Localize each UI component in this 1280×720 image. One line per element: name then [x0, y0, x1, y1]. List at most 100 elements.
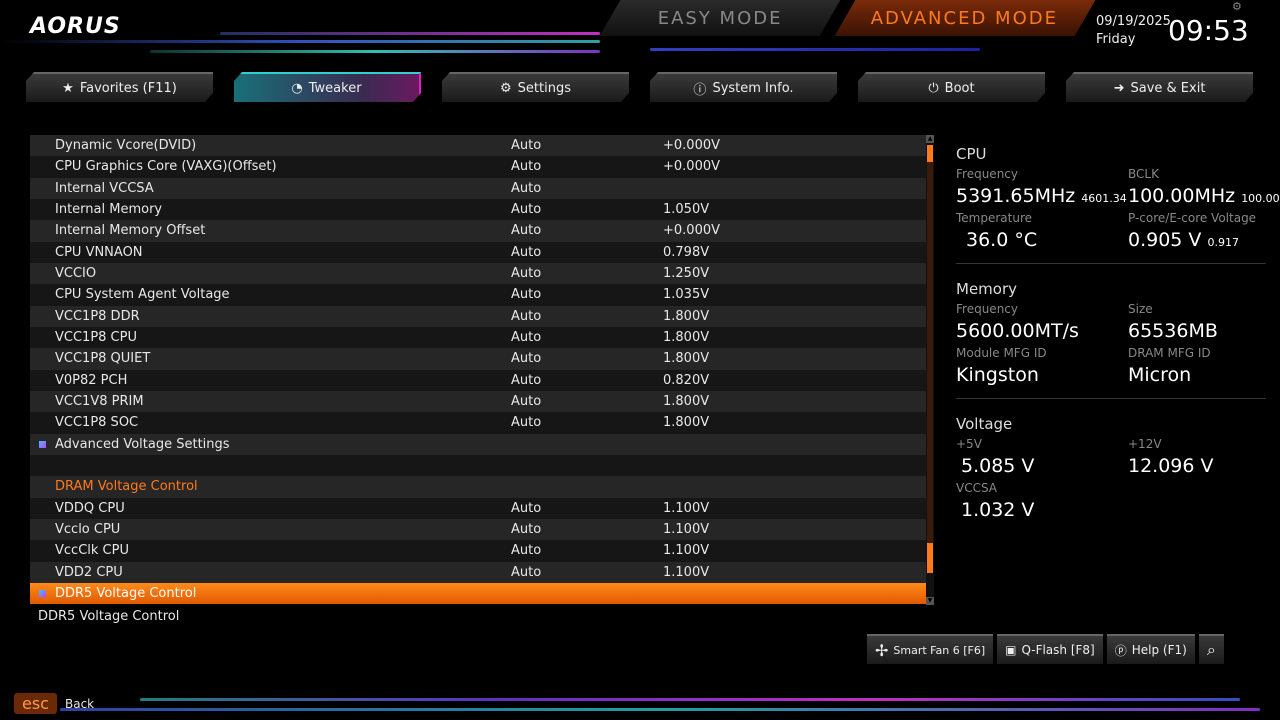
setting-name: Advanced Voltage Settings [55, 436, 230, 452]
temperature-label: Temperature [956, 211, 1033, 225]
12v-label: +12V [1128, 437, 1162, 451]
setting-option[interactable]: Auto [511, 415, 541, 430]
tab-icon: ➜ [1113, 80, 1125, 96]
dram-mfg-label: DRAM MFG ID [1128, 346, 1211, 360]
smart-fan-button[interactable]: ✢ Smart Fan 6 [F6] [867, 634, 994, 664]
setting-name: Internal VCCSA [55, 180, 154, 196]
setting-option[interactable]: Auto [511, 223, 541, 238]
setting-option[interactable]: Auto [511, 309, 541, 324]
setting-value: 1.800V [663, 351, 710, 367]
setting-option[interactable]: Auto [511, 543, 541, 558]
scroll-down-icon[interactable]: ▼ [926, 597, 934, 605]
memory-size-value: 65536MB [1128, 320, 1218, 342]
core-voltage-sub: 0.917 [1207, 236, 1239, 249]
memory-frequency-label: Frequency [956, 302, 1018, 316]
setting-name: VCC1P8 SOC [55, 415, 139, 431]
scrollbar-thumb[interactable] [927, 145, 933, 573]
advanced-mode-button[interactable]: ADVANCED MODE [834, 0, 1096, 36]
setting-option[interactable]: Auto [511, 266, 541, 281]
qflash-label: Q-Flash [F8] [1021, 643, 1095, 657]
memory-info: Memory Frequency Size 5600.00MT/s 65536M… [956, 280, 1266, 399]
setting-option[interactable]: Auto [511, 351, 541, 366]
core-voltage: 0.905 V [1128, 229, 1202, 251]
setting-row[interactable]: Internal Memory Offset Auto +0.000V [30, 220, 926, 242]
tab-system-info[interactable]: ⓘ System Info. [650, 72, 837, 102]
help-button[interactable]: ⓟ Help (F1) [1106, 634, 1195, 664]
setting-row[interactable]: VCC1V8 PRIM Auto 1.800V [30, 390, 926, 413]
weekday: Friday [1096, 32, 1136, 47]
setting-row[interactable]: CPU System Agent Voltage Auto 1.035V [30, 284, 926, 306]
chip-icon: ▣ [1005, 643, 1017, 657]
setting-option[interactable]: Auto [511, 394, 541, 409]
tab-icon: ⚙ [500, 80, 512, 96]
setting-option[interactable]: Auto [511, 159, 541, 174]
gear-icon[interactable]: ⚙ [1232, 0, 1242, 13]
setting-option[interactable]: Auto [511, 330, 541, 345]
hardware-info-panel: CPU Frequency BCLK 5391.65MHz 4601.34 10… [956, 145, 1280, 549]
esc-back-button[interactable]: esc Back [14, 693, 94, 714]
setting-row[interactable]: Internal Memory Auto 1.050V [30, 198, 926, 221]
tab-label: Boot [944, 80, 975, 96]
setting-row[interactable]: VCC1P8 SOC Auto 1.800V [30, 412, 926, 434]
setting-row[interactable]: VCC1P8 CPU Auto 1.800V [30, 326, 926, 349]
setting-row[interactable]: VDDQ CPU Auto 1.100V [30, 497, 926, 519]
cpu-frequency-sub: 4601.34 [1081, 192, 1127, 205]
settings-list: Dynamic Vcore(DVID) Auto +0.000V CPU Graphi… [30, 135, 926, 605]
advanced-mode-label: ADVANCED MODE [871, 7, 1059, 29]
setting-name: DRAM Voltage Control [55, 479, 198, 495]
setting-option[interactable]: Auto [511, 565, 541, 580]
memory-size-label: Size [1128, 302, 1153, 316]
setting-option[interactable]: Auto [511, 287, 541, 302]
setting-name: VCC1P8 QUIET [55, 351, 151, 367]
tab-favorites-f11[interactable]: ★ Favorites (F11) [26, 72, 213, 102]
setting-row[interactable]: Dynamic Vcore(DVID) Auto +0.000V [30, 135, 926, 157]
tab-tweaker[interactable]: ◔ Tweaker [234, 72, 421, 102]
setting-value: +0.000V [663, 138, 721, 154]
aorus-logo: AORUS [30, 14, 121, 39]
setting-option[interactable]: Auto [511, 181, 541, 196]
setting-row[interactable]: CPU VNNAON Auto 0.798V [30, 241, 926, 263]
setting-row[interactable]: VCC1P8 QUIET Auto 1.800V [30, 348, 926, 370]
search-button[interactable]: ⌕ [1198, 634, 1224, 664]
esc-key: esc [14, 693, 57, 714]
setting-name: VDDQ CPU [55, 500, 125, 516]
setting-row[interactable]: V0P82 PCH Auto 0.820V [30, 369, 926, 391]
date: 09/19/2025 [1096, 14, 1171, 29]
setting-row[interactable]: VCCIO Auto 1.250V [30, 262, 926, 285]
setting-option[interactable]: Auto [511, 245, 541, 260]
setting-row[interactable]: VCC1P8 DDR Auto 1.800V [30, 305, 926, 327]
setting-value: 1.800V [663, 394, 710, 410]
tab-settings[interactable]: ⚙ Settings [442, 72, 629, 102]
setting-row[interactable]: Internal VCCSA Auto [30, 177, 926, 199]
qflash-button[interactable]: ▣ Q-Flash [F8] [997, 634, 1103, 664]
submenu-item[interactable]: Advanced Voltage Settings [30, 433, 926, 455]
setting-option[interactable]: Auto [511, 202, 541, 217]
setting-row[interactable]: Vcclo CPU Auto 1.100V [30, 518, 926, 541]
core-voltage-label: P-core/E-core Voltage [1128, 211, 1257, 225]
setting-row[interactable]: VccClk CPU Auto 1.100V [30, 540, 926, 562]
tab-save-exit[interactable]: ➜ Save & Exit [1066, 72, 1253, 102]
setting-name: Internal Memory [55, 202, 163, 218]
setting-row[interactable]: VDD2 CPU Auto 1.100V [30, 561, 926, 583]
setting-option[interactable]: Auto [511, 522, 541, 537]
scroll-up-icon[interactable]: ▲ [926, 135, 934, 143]
setting-value: 1.250V [663, 266, 710, 282]
dram-mfg-value: Micron [1128, 364, 1192, 386]
temperature-value: 36.0 °C [966, 229, 1038, 251]
setting-option[interactable]: Auto [511, 373, 541, 388]
back-label: Back [64, 696, 95, 711]
easy-mode-button[interactable]: EASY MODE [599, 0, 841, 36]
core-voltage-value: 0.905 V 0.917 [1128, 229, 1266, 251]
fan-icon: ✢ [875, 640, 889, 660]
submenu-item[interactable]: DDR5 Voltage Control [30, 582, 926, 605]
cpu-info: CPU Frequency BCLK 5391.65MHz 4601.34 10… [956, 145, 1280, 264]
setting-row[interactable]: CPU Graphics Core (VAXG)(Offset) Auto +0.0… [30, 156, 926, 178]
setting-option[interactable]: Auto [511, 138, 541, 153]
setting-value: +0.000V [663, 159, 721, 175]
setting-option[interactable]: Auto [511, 501, 541, 516]
setting-value: +0.000V [663, 223, 721, 239]
module-mfg-label: Module MFG ID [956, 346, 1047, 360]
main-tabs: ★ Favorites (F11) ◔ Tweaker ⚙ Settings ⓘ System… [26, 72, 1253, 102]
tab-boot[interactable]: ⏻ Boot [858, 72, 1045, 102]
scrollbar[interactable]: ▲ ▼ [926, 135, 934, 605]
